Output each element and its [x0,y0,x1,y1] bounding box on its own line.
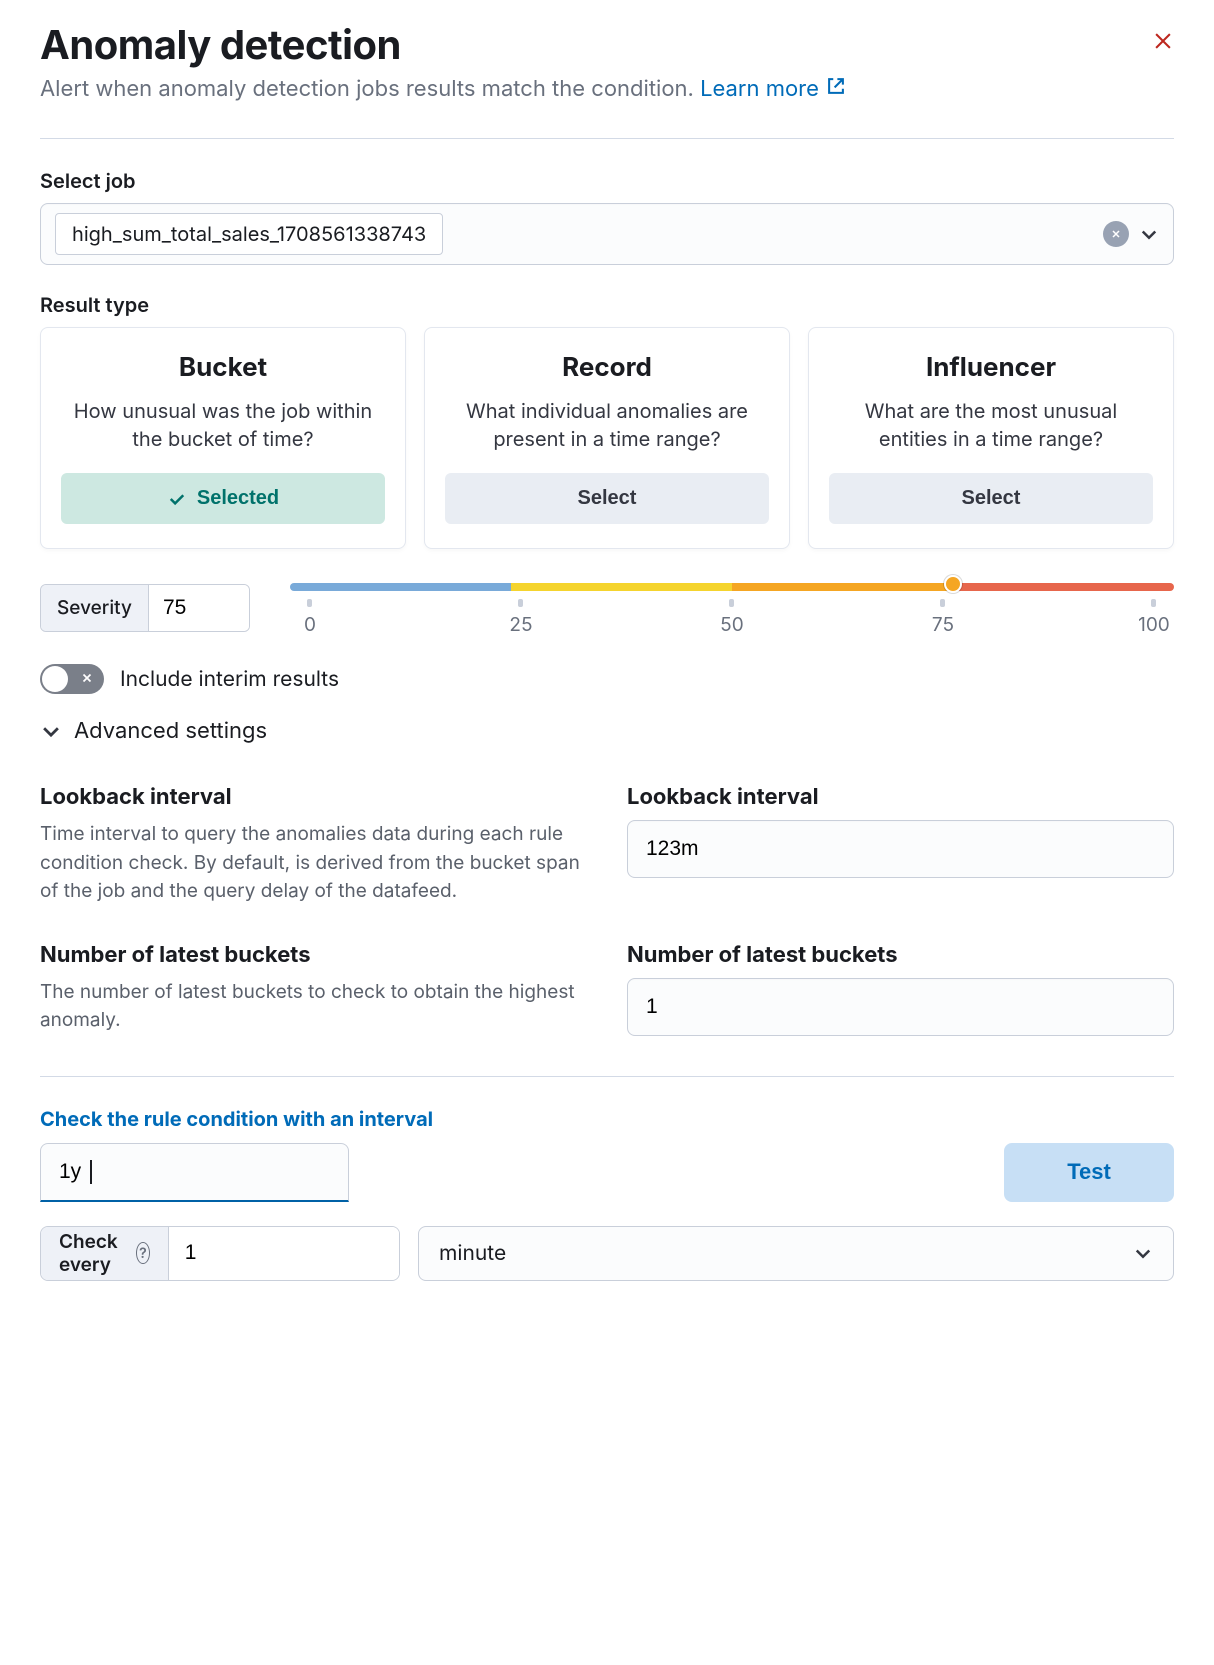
close-icon[interactable] [1152,28,1174,56]
select-influencer-button[interactable]: Select [829,473,1153,524]
check-interval-input[interactable] [40,1143,349,1202]
select-record-button[interactable]: Select [445,473,769,524]
lookback-field-label: Lookback interval [627,784,1174,810]
check-icon [167,489,187,509]
toggle-off-icon [80,669,94,689]
card-title: Influencer [829,352,1153,383]
result-type-label: Result type [40,293,1174,317]
slider-ticks: 0 25 50 75 100 [290,599,1174,636]
tick: 0 [290,599,330,636]
buckets-desc: The number of latest buckets to check to… [40,978,587,1035]
external-link-icon [825,75,847,97]
card-title: Bucket [61,352,385,383]
job-chip[interactable]: high_sum_total_sales_1708561338743 [55,213,443,255]
slider-seg-critical [953,583,1174,591]
lookback-heading: Lookback interval [40,784,587,810]
check-every-input[interactable] [169,1227,400,1280]
check-every-field[interactable]: Check every ? [40,1226,400,1281]
chevron-down-icon[interactable] [1139,224,1159,244]
toggle-knob [42,666,68,692]
slider-seg-major [732,583,953,591]
result-card-bucket[interactable]: Bucket How unusual was the job within th… [40,327,406,549]
buckets-input[interactable] [627,978,1174,1036]
buckets-heading: Number of latest buckets [40,942,587,968]
divider [40,1076,1174,1077]
page-title: Anomaly detection [40,20,847,69]
slider-thumb[interactable] [944,575,962,593]
advanced-settings-label: Advanced settings [74,718,267,744]
tick: 75 [923,599,963,636]
slider-seg-warning [511,583,732,591]
lookback-desc: Time interval to query the anomalies dat… [40,820,587,906]
test-button[interactable]: Test [1004,1143,1174,1202]
learn-more-link[interactable]: Learn more [700,76,847,102]
card-desc: How unusual was the job within the bucke… [61,397,385,453]
tick: 25 [501,599,541,636]
severity-input[interactable] [149,585,249,631]
select-bucket-label: Selected [197,487,279,510]
tick: 100 [1134,599,1174,636]
unit-value: minute [439,1241,506,1266]
card-desc: What individual anomalies are present in… [445,397,769,453]
interim-results-toggle[interactable] [40,664,104,694]
buckets-field-label: Number of latest buckets [627,942,1174,968]
check-every-unit-select[interactable]: minute [418,1226,1174,1281]
result-card-influencer[interactable]: Influencer What are the most unusual ent… [808,327,1174,549]
interim-results-label: Include interim results [120,667,339,692]
clear-selection-icon[interactable] [1103,221,1129,247]
page-subtitle: Alert when anomaly detection jobs result… [40,75,847,102]
select-bucket-button[interactable]: Selected [61,473,385,524]
advanced-settings-toggle[interactable]: Advanced settings [40,718,1174,744]
lookback-input[interactable] [627,820,1174,878]
chevron-down-icon [1133,1243,1153,1263]
check-condition-label: Check the rule condition with an interva… [40,1107,1174,1131]
result-card-record[interactable]: Record What individual anomalies are pre… [424,327,790,549]
severity-label: Severity [41,585,149,631]
tick: 50 [712,599,752,636]
severity-field[interactable]: Severity [40,584,250,632]
subtitle-text: Alert when anomaly detection jobs result… [40,76,694,102]
check-every-text: Check every [59,1230,126,1276]
card-desc: What are the most unusual entities in a … [829,397,1153,453]
help-icon[interactable]: ? [136,1242,150,1264]
check-every-label: Check every ? [41,1227,169,1280]
chevron-down-icon [40,720,62,742]
severity-slider[interactable]: 0 25 50 75 100 [290,579,1174,636]
select-job-label: Select job [40,169,1174,193]
card-title: Record [445,352,769,383]
divider [40,138,1174,139]
learn-more-label: Learn more [700,76,819,102]
text-caret [90,1160,92,1184]
slider-seg-minor [290,583,511,591]
select-job-combo[interactable]: high_sum_total_sales_1708561338743 [40,203,1174,265]
